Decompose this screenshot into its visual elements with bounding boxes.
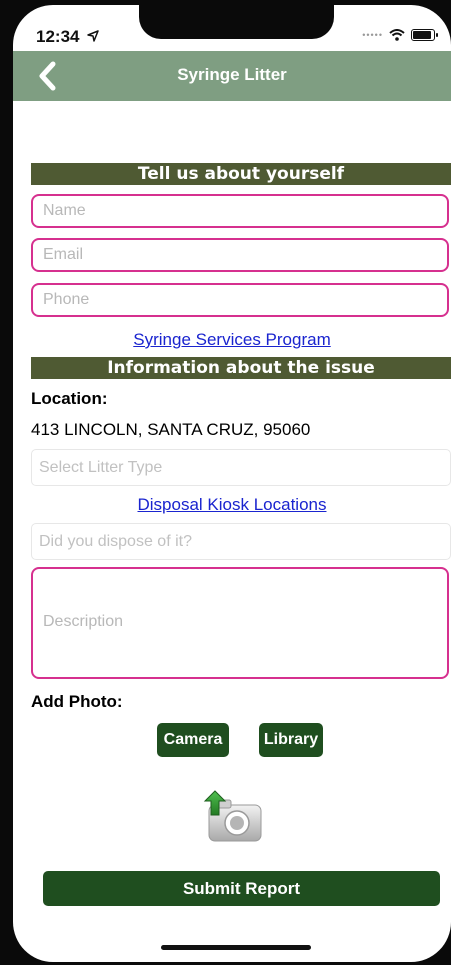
section-header-issue: Information about the issue bbox=[31, 357, 451, 379]
page-title: Syringe Litter bbox=[177, 65, 287, 84]
location-label: Location: bbox=[31, 389, 108, 408]
camera-upload-icon[interactable] bbox=[201, 787, 265, 849]
litter-type-select[interactable]: Select Litter Type bbox=[31, 449, 451, 486]
section-header-about: Tell us about yourself bbox=[31, 163, 451, 185]
status-time: 12:34 bbox=[36, 27, 99, 47]
nav-bar: Syringe Litter bbox=[13, 51, 451, 101]
location-value: 413 LINCOLN, SANTA CRUZ, 95060 bbox=[31, 420, 311, 439]
device-frame: 12:34 ••••• Syringe Litter Tell us about… bbox=[0, 0, 451, 965]
home-indicator[interactable] bbox=[161, 945, 311, 950]
battery-icon bbox=[411, 29, 438, 41]
app-screen: 12:34 ••••• Syringe Litter Tell us about… bbox=[13, 5, 451, 962]
disposal-select[interactable]: Did you dispose of it? bbox=[31, 523, 451, 560]
device-notch bbox=[139, 5, 334, 39]
phone-field[interactable]: Phone bbox=[31, 283, 449, 317]
disposal-kiosk-link[interactable]: Disposal Kiosk Locations bbox=[13, 495, 451, 515]
email-field[interactable]: Email bbox=[31, 238, 449, 272]
add-photo-label: Add Photo: bbox=[31, 692, 123, 711]
navigation-arrow-icon bbox=[87, 30, 99, 42]
status-icons: ••••• bbox=[362, 29, 438, 41]
status-time-text: 12:34 bbox=[36, 27, 80, 46]
camera-button[interactable]: Camera bbox=[157, 723, 229, 757]
name-field[interactable]: Name bbox=[31, 194, 449, 228]
wifi-icon bbox=[389, 29, 405, 41]
submit-report-button[interactable]: Submit Report bbox=[43, 871, 440, 906]
description-field[interactable]: Description bbox=[31, 567, 449, 679]
signal-dots-icon: ••••• bbox=[362, 30, 383, 40]
syringe-services-link[interactable]: Syringe Services Program bbox=[13, 330, 451, 350]
library-button[interactable]: Library bbox=[259, 723, 323, 757]
